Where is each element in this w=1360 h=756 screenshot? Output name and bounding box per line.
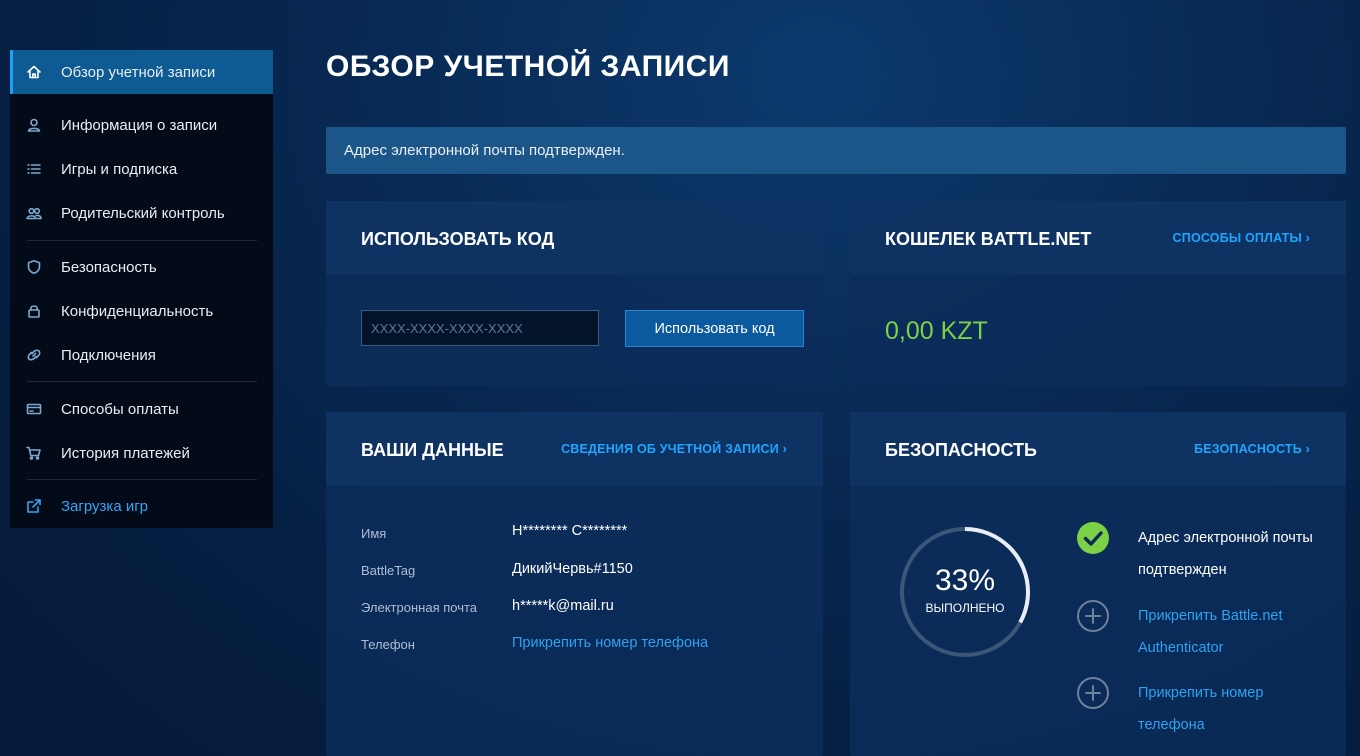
account-details-link[interactable]: СВЕДЕНИЯ ОБ УЧЕТНОЙ ЗАПИСИ ›: [561, 442, 787, 456]
security-item-line: Authenticator: [1138, 640, 1224, 656]
attach-phone-link[interactable]: Прикрепить номер телефона: [512, 635, 708, 651]
security-item-email-verified: Адрес электронной почты подтвержден: [1138, 522, 1328, 586]
card-title: ИСПОЛЬЗОВАТЬ КОД: [361, 229, 555, 249]
external-link-icon: [25, 497, 43, 515]
page-title: ОБЗОР УЧЕТНОЙ ЗАПИСИ: [326, 50, 730, 83]
sidebar-item-account-overview[interactable]: Обзор учетной записи: [10, 50, 273, 94]
list-icon: [25, 160, 43, 178]
card-title: ВАШИ ДАННЫЕ: [361, 440, 504, 460]
sidebar-item-label: Обзор учетной записи: [61, 63, 216, 81]
sidebar-item-label: Подключения: [61, 346, 156, 364]
check-circle-icon: [1077, 522, 1109, 554]
security-card: БЕЗОПАСНОСТЬ БЕЗОПАСНОСТЬ › 33% ВЫПОЛНЕН…: [850, 412, 1346, 756]
plus-circle-icon[interactable]: [1076, 599, 1110, 633]
redeem-code-card: ИСПОЛЬЗОВАТЬ КОД Использовать код: [326, 201, 823, 386]
sidebar-item-privacy[interactable]: Конфиденциальность: [10, 289, 273, 333]
sidebar-item-label: Загрузка игр: [61, 497, 149, 515]
link-icon: [25, 346, 43, 364]
cart-icon: [25, 444, 43, 462]
user-icon: [25, 116, 43, 134]
sidebar-item-security[interactable]: Безопасность: [10, 245, 273, 289]
security-percent: 33%: [934, 564, 996, 597]
plus-circle-icon[interactable]: [1076, 676, 1110, 710]
sidebar-nav: Обзор учетной записи Информация о записи…: [10, 50, 273, 528]
wallet-card: КОШЕЛЕК BATTLE.NET СПОСОБЫ ОПЛАТЫ › 0,00…: [850, 201, 1346, 386]
name-value: Н******** С********: [512, 523, 628, 539]
phone-label: Телефон: [361, 637, 415, 652]
card-title: КОШЕЛЕК BATTLE.NET: [885, 229, 1092, 249]
wallet-balance: 0,00 KZT: [885, 317, 988, 345]
battletag-label: BattleTag: [361, 563, 416, 578]
name-label: Имя: [361, 526, 387, 541]
sidebar-item-connections[interactable]: Подключения: [10, 333, 273, 377]
card-title: БЕЗОПАСНОСТЬ: [885, 440, 1037, 460]
sidebar-item-label: Способы оплаты: [61, 400, 179, 418]
shield-icon: [25, 258, 43, 276]
sidebar-divider: [27, 240, 257, 241]
security-item-line: Адрес электронной почты: [1138, 530, 1313, 546]
security-item-line: Прикрепить Battle.net: [1138, 608, 1283, 624]
sidebar-item-label: Конфиденциальность: [61, 302, 214, 320]
sidebar-item-label: Безопасность: [61, 258, 157, 276]
sidebar-item-game-downloads[interactable]: Загрузка игр: [10, 484, 273, 528]
redeem-code-button[interactable]: Использовать код: [625, 310, 804, 347]
security-link[interactable]: БЕЗОПАСНОСТЬ ›: [1194, 442, 1310, 456]
sidebar-item-parental-control[interactable]: Родительский контроль: [10, 191, 273, 235]
security-item-line: подтвержден: [1138, 562, 1227, 578]
lock-icon: [25, 302, 43, 320]
sidebar-item-label: История платежей: [61, 444, 190, 462]
attach-phone-security-link[interactable]: Прикрепить номер телефона: [1138, 677, 1328, 741]
attach-authenticator-link[interactable]: Прикрепить Battle.net Authenticator: [1138, 600, 1328, 664]
email-verified-alert: Адрес электронной почты подтвержден.: [326, 127, 1346, 174]
email-value: h*****k@mail.ru: [512, 598, 614, 614]
credit-card-icon: [25, 400, 43, 418]
your-details-card: ВАШИ ДАННЫЕ СВЕДЕНИЯ ОБ УЧЕТНОЙ ЗАПИСИ ›…: [326, 412, 823, 756]
sidebar-item-account-info[interactable]: Информация о записи: [10, 103, 273, 147]
security-item-line: Прикрепить номер: [1138, 685, 1264, 701]
battletag-value: ДикийЧервь#1150: [512, 561, 633, 577]
security-percent-label: ВЫПОЛНЕНО: [925, 601, 1005, 615]
redeem-code-input[interactable]: [361, 310, 599, 346]
users-icon: [25, 204, 43, 222]
sidebar-item-label: Родительский контроль: [61, 204, 225, 222]
sidebar-item-games-subscriptions[interactable]: Игры и подписка: [10, 147, 273, 191]
alert-text: Адрес электронной почты подтвержден.: [344, 142, 625, 159]
sidebar-item-label: Игры и подписка: [61, 160, 178, 178]
email-label: Электронная почта: [361, 600, 478, 615]
sidebar-item-payment-history[interactable]: История платежей: [10, 431, 273, 475]
sidebar-item-label: Информация о записи: [61, 116, 218, 134]
sidebar-item-payment-methods[interactable]: Способы оплаты: [10, 387, 273, 431]
home-icon: [25, 63, 43, 81]
sidebar-divider: [27, 479, 257, 480]
sidebar-divider: [27, 381, 257, 382]
payment-methods-link[interactable]: СПОСОБЫ ОПЛАТЫ ›: [1173, 231, 1310, 245]
security-item-line: телефона: [1138, 717, 1205, 733]
